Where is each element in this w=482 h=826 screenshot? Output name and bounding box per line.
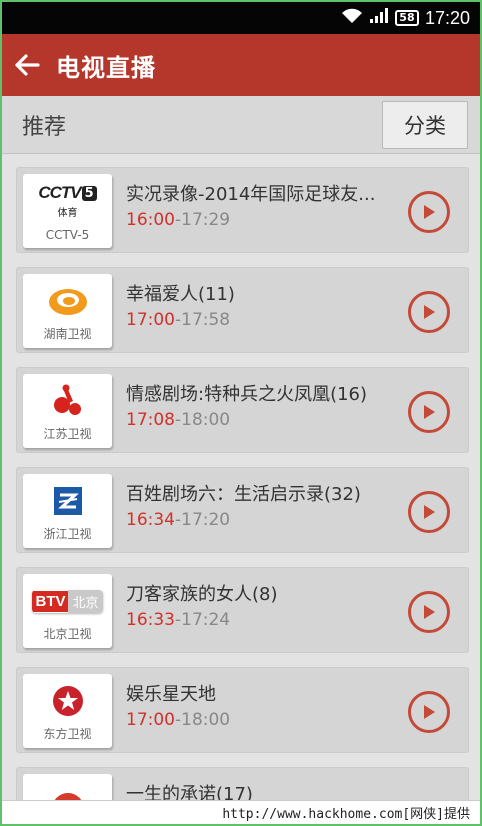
play-icon[interactable] (408, 691, 450, 733)
recommend-bar: 推荐 分类 (2, 96, 480, 154)
watermark-text: http://www.hackhome.com[网侠]提供 (222, 807, 470, 822)
cctv-logo-sub: 体育 (57, 208, 78, 219)
cctv5-logo: CCTV 5 体育 (23, 178, 112, 224)
program-title: 情感剧场:特种兵之火凤凰(16) (126, 384, 368, 405)
program-time: 16:33-17:24 (126, 610, 230, 630)
channel-caption: 江苏卫视 (43, 427, 92, 441)
page-title: 电视直播 (56, 53, 156, 82)
watermark-footer: http://www.hackhome.com[网侠]提供 (2, 800, 480, 824)
channel-logo: 湖南卫视 (23, 274, 112, 348)
battery-icon: 58 (394, 10, 419, 26)
channel-card[interactable]: 湖南卫视 幸福爱人(11) 17:00-17:58 (16, 267, 469, 353)
play-icon[interactable] (408, 391, 450, 433)
status-bar: 58 17:20 (2, 2, 480, 34)
channel-logo: 浙江卫视 (23, 474, 112, 548)
hunan-tv-logo (23, 278, 112, 324)
program-time: 17:00-17:58 (126, 310, 230, 330)
program-time: 17:08-18:00 (126, 410, 230, 430)
play-icon[interactable] (408, 191, 450, 233)
program-title: 百姓剧场六：生活启示录(32) (126, 484, 361, 505)
app-bar: 电视直播 (2, 34, 480, 96)
zhejiang-tv-logo (23, 478, 112, 524)
channel-caption: 湖南卫视 (43, 327, 92, 341)
start-time: 17:00 (126, 710, 175, 730)
jiangsu-tv-logo (23, 378, 112, 424)
program-title: 实况录像-2014年国际足球友... (126, 184, 376, 205)
channel-logo: BTV 北京 北京卫视 (23, 574, 112, 648)
play-icon[interactable] (408, 491, 450, 533)
end-time: -17:58 (175, 310, 231, 330)
end-time: -17:20 (175, 510, 231, 530)
start-time: 17:08 (126, 410, 175, 430)
end-time: -17:24 (175, 610, 231, 630)
category-button[interactable]: 分类 (382, 100, 468, 149)
program-time: 17:00-18:00 (126, 710, 230, 730)
cctv-logo-text: CCTV (38, 183, 81, 202)
channel-logo: CCTV 5 体育 CCTV-5 (23, 174, 112, 248)
btv-logo-sub: 北京 (68, 589, 103, 613)
program-time: 16:34-17:20 (126, 510, 230, 530)
program-title: 刀客家族的女人(8) (126, 584, 278, 605)
start-time: 16:34 (126, 510, 175, 530)
channel-caption: 北京卫视 (43, 627, 92, 641)
channel-list[interactable]: CCTV 5 体育 CCTV-5 实况录像-2014年国际足球友... 16:0… (2, 154, 480, 824)
program-time: 16:00-17:29 (126, 210, 230, 230)
channel-caption: 浙江卫视 (43, 527, 92, 541)
end-time: -17:29 (175, 210, 231, 230)
cctv-logo-number: 5 (81, 185, 97, 201)
recommend-title: 推荐 (22, 114, 67, 140)
start-time: 17:00 (126, 310, 175, 330)
program-title: 娱乐星天地 (126, 684, 216, 705)
clock: 17:20 (424, 7, 470, 28)
channel-logo: 江苏卫视 (23, 374, 112, 448)
channel-caption: CCTV-5 (45, 228, 90, 242)
wifi-icon (341, 8, 363, 28)
end-time: -18:00 (175, 710, 231, 730)
channel-card[interactable]: 江苏卫视 情感剧场:特种兵之火凤凰(16) 17:08-18:00 (16, 367, 469, 453)
btv-logo-text: BTV (32, 590, 69, 612)
channel-caption: 东方卫视 (43, 727, 92, 741)
arrow-left-icon[interactable] (12, 50, 42, 80)
start-time: 16:00 (126, 210, 175, 230)
channel-card[interactable]: BTV 北京 北京卫视 刀客家族的女人(8) 16:33-17:24 (16, 567, 469, 653)
channel-logo: 东方卫视 (23, 674, 112, 748)
play-icon[interactable] (408, 591, 450, 633)
channel-card[interactable]: 东方卫视 娱乐星天地 17:00-18:00 (16, 667, 469, 753)
start-time: 16:33 (126, 610, 175, 630)
play-icon[interactable] (408, 291, 450, 333)
dragon-tv-logo (23, 678, 112, 724)
end-time: -18:00 (175, 410, 231, 430)
signal-icon (369, 8, 389, 28)
program-title: 幸福爱人(11) (126, 284, 235, 305)
beijing-tv-logo: BTV 北京 (23, 578, 112, 624)
app-screen: 58 17:20 电视直播 推荐 分类 CCTV 5 体育 CCTV-5 实况录… (0, 0, 482, 826)
channel-card[interactable]: CCTV 5 体育 CCTV-5 实况录像-2014年国际足球友... 16:0… (16, 167, 469, 253)
channel-card[interactable]: 浙江卫视 百姓剧场六：生活启示录(32) 16:34-17:20 (16, 467, 469, 553)
